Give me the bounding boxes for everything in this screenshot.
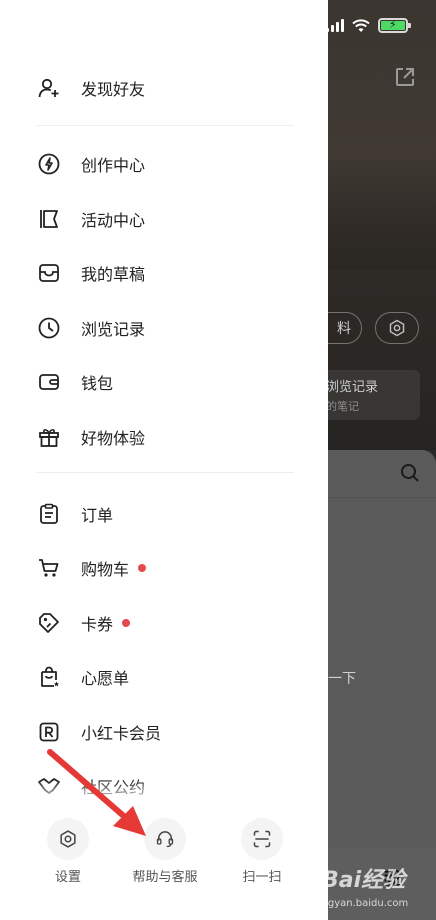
- empty-state-text: 一下: [328, 671, 356, 687]
- wishlist-bag-icon: [36, 664, 62, 690]
- menu-label: 钱包: [81, 374, 114, 393]
- menu-label: 我的草稿: [81, 265, 146, 284]
- menu-label: 心愿单: [81, 669, 130, 688]
- menu-item-creation-center[interactable]: 创作中心: [36, 144, 145, 184]
- tag-icon: [36, 610, 62, 636]
- menu-item-wishlist[interactable]: 心愿单: [36, 657, 129, 697]
- search-icon[interactable]: [400, 463, 420, 483]
- menu-label: 浏览记录: [81, 320, 146, 339]
- menu-label: 创作中心: [81, 156, 146, 175]
- menu-label: 订单: [81, 506, 114, 525]
- gift-icon: [36, 424, 62, 450]
- cart-icon: [36, 555, 62, 581]
- settings-label: 设置: [54, 870, 81, 885]
- menu-label: 购物车: [81, 560, 130, 579]
- member-r-icon: [36, 719, 62, 745]
- signal-icon: [326, 19, 344, 32]
- gear-icon: [389, 319, 405, 337]
- menu-item-cart[interactable]: 购物车: [36, 548, 147, 588]
- side-drawer: 发现好友 创作中心 活动中心 我的草稿 浏览记录 钱包 好物体验 订单 购物车 …: [0, 0, 328, 920]
- help-support-button[interactable]: 帮助与客服: [120, 818, 210, 885]
- menu-item-find-friends[interactable]: 发现好友: [36, 68, 145, 108]
- scan-icon: [253, 830, 271, 848]
- menu-label: 卡券: [81, 615, 114, 634]
- flag-icon: [36, 206, 62, 232]
- headset-icon: [156, 831, 174, 848]
- menu-item-coupons[interactable]: 卡券: [36, 603, 131, 643]
- clipboard-icon: [36, 501, 62, 527]
- menu-item-product-trial[interactable]: 好物体验: [36, 417, 145, 457]
- battery-icon: ⚡: [378, 18, 411, 33]
- help-support-label: 帮助与客服: [132, 870, 198, 885]
- settings-button[interactable]: 设置: [23, 818, 113, 885]
- profile-settings-button[interactable]: [375, 312, 419, 344]
- divider: [36, 125, 294, 126]
- menu-item-history[interactable]: 浏览记录: [36, 308, 145, 348]
- watermark-url: jingyan.baidu.com: [316, 898, 409, 909]
- menu-label: 发现好友: [81, 80, 146, 99]
- notification-dot: [122, 619, 131, 627]
- settings-circle: [47, 818, 89, 860]
- menu-item-activity-center[interactable]: 活动中心: [36, 199, 145, 239]
- menu-label: 小红卡会员: [81, 724, 162, 743]
- menu-item-wallet[interactable]: 钱包: [36, 362, 113, 402]
- menu-label: 活动中心: [81, 211, 146, 230]
- wifi-icon: [352, 18, 370, 32]
- edit-profile-label: 料: [337, 321, 351, 337]
- watermark-brand: Bai经验: [322, 868, 406, 893]
- wallet-icon: [36, 369, 62, 395]
- menu-item-drafts[interactable]: 我的草稿: [36, 253, 145, 293]
- gear-icon: [60, 830, 76, 848]
- add-user-icon: [36, 75, 62, 101]
- status-bar-icons: ⚡: [326, 18, 411, 33]
- share-icon[interactable]: [394, 66, 416, 88]
- scan-label: 扫一扫: [242, 870, 282, 885]
- inbox-icon: [36, 260, 62, 286]
- menu-item-orders[interactable]: 订单: [36, 494, 113, 534]
- divider: [36, 472, 294, 473]
- clock-icon: [36, 315, 62, 341]
- history-card-title: 浏览记录: [326, 380, 379, 395]
- help-circle: [144, 818, 186, 860]
- watermark-logo: Bai经验 jingyan.baidu.com: [316, 862, 434, 918]
- hero-skyline: [328, 150, 436, 270]
- scan-button[interactable]: 扫一扫: [217, 818, 307, 885]
- menu-label: 好物体验: [81, 429, 146, 448]
- scan-circle: [241, 818, 283, 860]
- bolt-icon: [36, 151, 62, 177]
- menu-item-member-card[interactable]: 小红卡会员: [36, 712, 161, 752]
- notification-dot: [138, 564, 147, 572]
- history-card-subtitle: 的笔记: [326, 400, 359, 413]
